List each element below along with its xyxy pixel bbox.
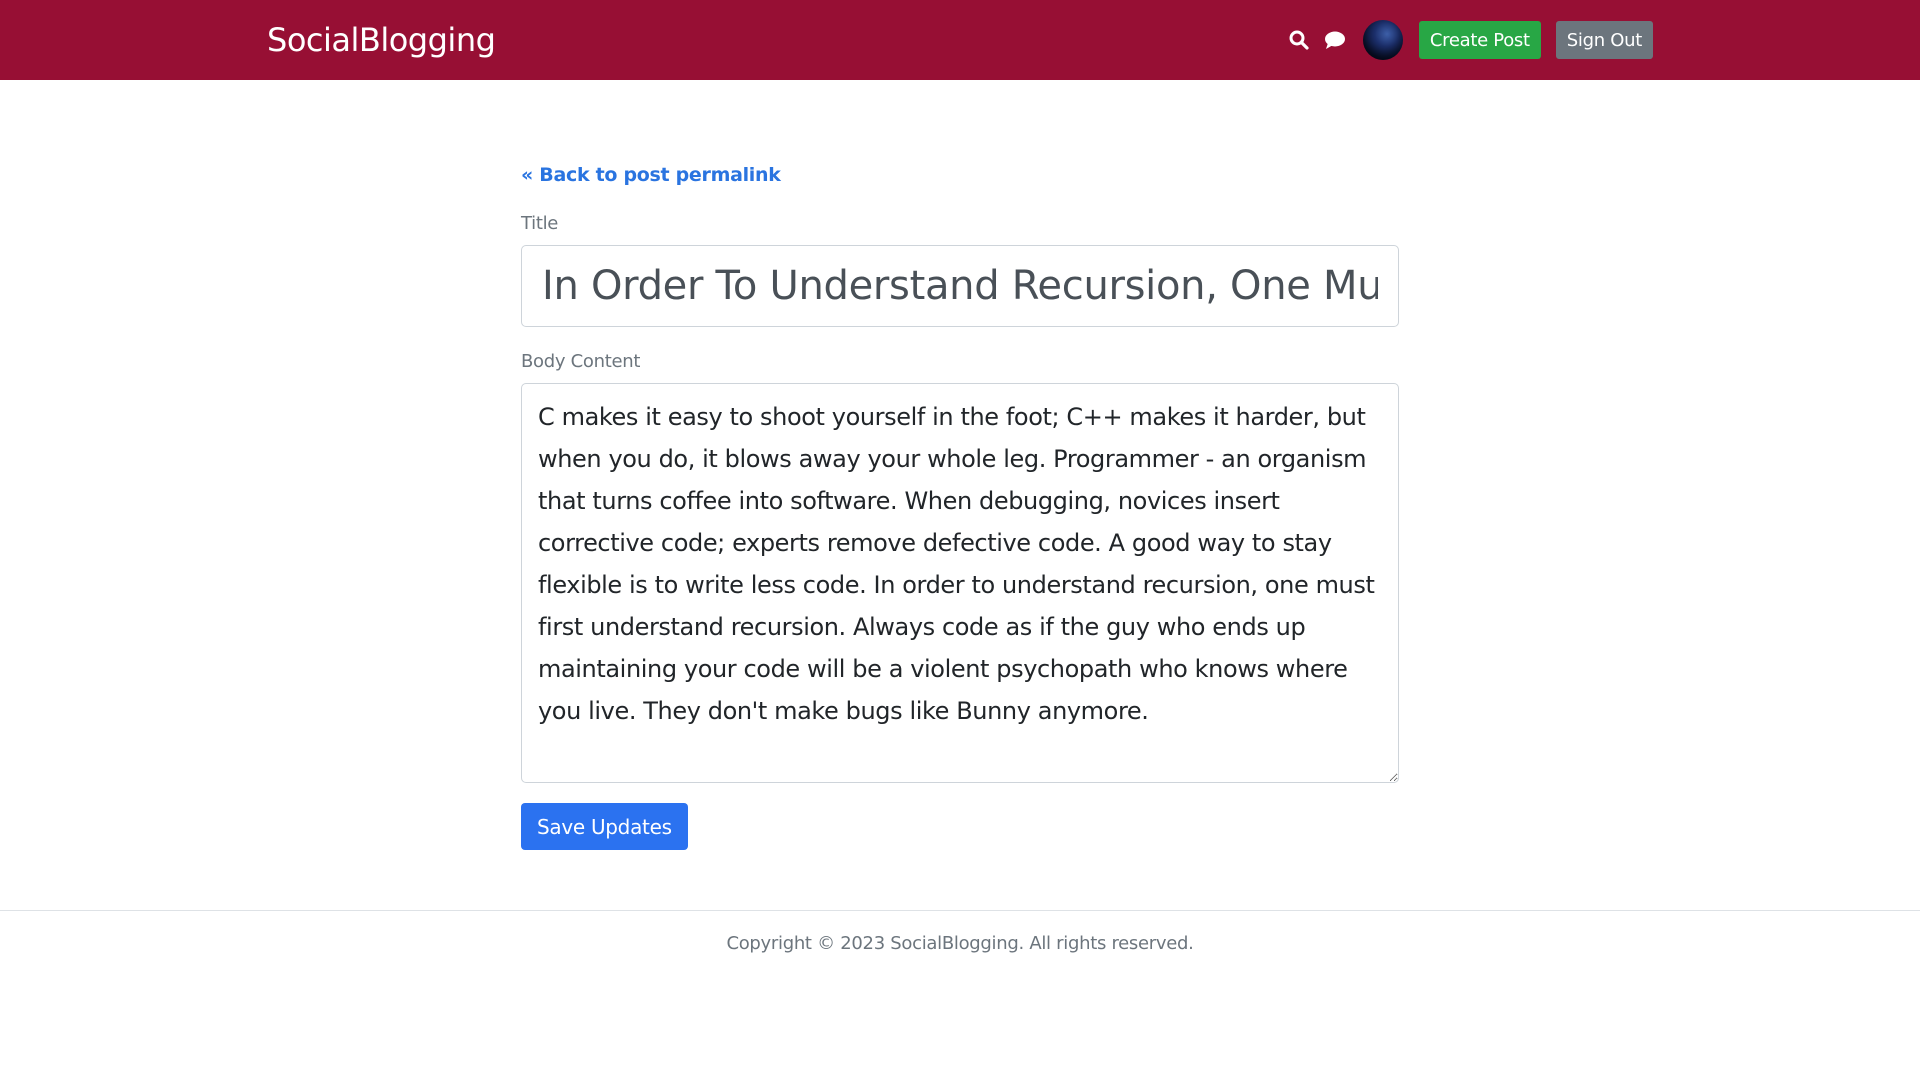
- body-content-textarea[interactable]: C makes it easy to shoot yourself in the…: [521, 383, 1399, 783]
- top-navbar: SocialBlogging Create Post Sign Out: [0, 0, 1920, 80]
- body-content-label: Body Content: [521, 351, 641, 372]
- copyright-text: Copyright © 2023 SocialBlogging. All rig…: [726, 933, 1194, 954]
- save-updates-button[interactable]: Save Updates: [521, 803, 688, 850]
- footer: Copyright © 2023 SocialBlogging. All rig…: [0, 910, 1920, 991]
- title-input[interactable]: [521, 245, 1399, 327]
- sign-out-button[interactable]: Sign Out: [1555, 21, 1653, 59]
- chat-icon[interactable]: [1317, 20, 1353, 60]
- search-icon[interactable]: [1281, 20, 1317, 60]
- create-post-button[interactable]: Create Post: [1418, 21, 1541, 59]
- nav-actions: Create Post Sign Out: [1281, 20, 1653, 60]
- title-label: Title: [521, 213, 559, 234]
- avatar[interactable]: [1362, 20, 1403, 60]
- back-to-permalink-link[interactable]: « Back to post permalink: [521, 164, 781, 186]
- brand-logo-link[interactable]: SocialBlogging: [267, 20, 496, 60]
